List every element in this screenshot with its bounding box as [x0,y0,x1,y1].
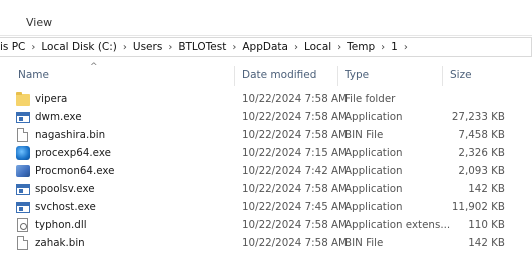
application-icon [16,184,30,195]
file-row[interactable]: procexp64.exe 10/22/2024 7:15 AM Applica… [0,145,532,163]
file-size: 11,902 KB [451,201,505,213]
file-type: File folder [345,93,396,105]
file-name: typhon.dll [35,219,87,231]
breadcrumb-chevron-icon[interactable]: › [25,42,41,53]
file-row[interactable]: typhon.dll 10/22/2024 7:58 AM Applicatio… [0,217,532,235]
folder-icon [16,92,30,106]
breadcrumb-this-pc[interactable]: is PC [0,41,25,53]
file-name: Procmon64.exe [35,165,115,177]
file-type: BIN File [345,129,384,141]
breadcrumb-btlotest[interactable]: BTLOTest [178,41,226,53]
file-type: Application [345,183,403,195]
application-icon [16,112,30,123]
file-name: procexp64.exe [35,147,111,159]
ribbon: View [0,0,532,36]
file-date: 10/22/2024 7:15 AM [242,147,347,159]
file-date: 10/22/2024 7:58 AM [242,237,347,249]
file-date: 10/22/2024 7:58 AM [242,219,347,231]
file-icon [17,128,28,142]
file-row[interactable]: spoolsv.exe 10/22/2024 7:58 AM Applicati… [0,181,532,199]
view-tab[interactable]: View [26,16,52,29]
breadcrumb-chevron-icon[interactable]: › [398,42,414,53]
dll-icon [17,218,28,232]
file-name: nagashira.bin [35,129,106,141]
column-divider[interactable] [442,66,443,86]
file-row[interactable]: svchost.exe 10/22/2024 7:45 AM Applicati… [0,199,532,217]
file-name: vipera [35,93,68,105]
column-header-name[interactable]: Name [18,69,49,81]
breadcrumb-chevron-icon[interactable]: › [162,42,178,53]
column-divider[interactable] [337,66,338,86]
process-monitor-icon [16,165,30,177]
file-type: Application [345,201,403,213]
file-name: dwm.exe [35,111,82,123]
breadcrumb-1[interactable]: 1 [391,41,398,53]
file-type: BIN File [345,237,384,249]
file-row[interactable]: dwm.exe 10/22/2024 7:58 AM Application 2… [0,109,532,127]
file-row[interactable]: vipera 10/22/2024 7:58 AM File folder [0,91,532,109]
file-type: Application [345,165,403,177]
application-icon [16,202,30,213]
file-date: 10/22/2024 7:42 AM [242,165,347,177]
file-row[interactable]: nagashira.bin 10/22/2024 7:58 AM BIN Fil… [0,127,532,145]
file-row[interactable]: zahak.bin 10/22/2024 7:58 AM BIN File 14… [0,235,532,253]
breadcrumb-local-disk[interactable]: Local Disk (C:) [41,41,117,53]
column-header-date-modified[interactable]: Date modified [242,69,316,81]
breadcrumb-chevron-icon[interactable]: › [117,42,133,53]
breadcrumb-users[interactable]: Users [133,41,162,53]
column-headers: ^ Name Date modified Type Size [0,62,532,86]
file-date: 10/22/2024 7:58 AM [242,111,347,123]
breadcrumb-chevron-icon[interactable]: › [331,42,347,53]
breadcrumb-appdata[interactable]: AppData [242,41,288,53]
file-row[interactable]: Procmon64.exe 10/22/2024 7:42 AM Applica… [0,163,532,181]
file-type: Application [345,111,403,123]
file-size: 142 KB [468,237,505,249]
file-name: zahak.bin [35,237,85,249]
file-size: 7,458 KB [458,129,505,141]
file-date: 10/22/2024 7:58 AM [242,93,347,105]
file-size: 110 KB [468,219,505,231]
process-explorer-icon [16,146,30,160]
file-size: 142 KB [468,183,505,195]
file-date: 10/22/2024 7:58 AM [242,183,347,195]
file-size: 27,233 KB [451,111,505,123]
file-date: 10/22/2024 7:45 AM [242,201,347,213]
column-header-size[interactable]: Size [450,69,472,81]
column-header-type[interactable]: Type [345,69,369,81]
address-bar[interactable]: is PC › Local Disk (C:) › Users › BTLOTe… [0,37,532,57]
file-type: Application extens... [345,219,451,231]
file-name: spoolsv.exe [35,183,95,195]
sort-ascending-icon: ^ [90,62,98,72]
breadcrumb-local[interactable]: Local [304,41,331,53]
file-date: 10/22/2024 7:58 AM [242,129,347,141]
breadcrumb-chevron-icon[interactable]: › [288,42,304,53]
file-size: 2,326 KB [458,147,505,159]
file-type: Application [345,147,403,159]
breadcrumb-chevron-icon[interactable]: › [375,42,391,53]
breadcrumb: is PC › Local Disk (C:) › Users › BTLOTe… [0,41,414,53]
column-divider[interactable] [234,66,235,86]
breadcrumb-temp[interactable]: Temp [347,41,375,53]
breadcrumb-chevron-icon[interactable]: › [226,42,242,53]
file-name: svchost.exe [35,201,96,213]
file-size: 2,093 KB [458,165,505,177]
file-icon [17,236,28,250]
